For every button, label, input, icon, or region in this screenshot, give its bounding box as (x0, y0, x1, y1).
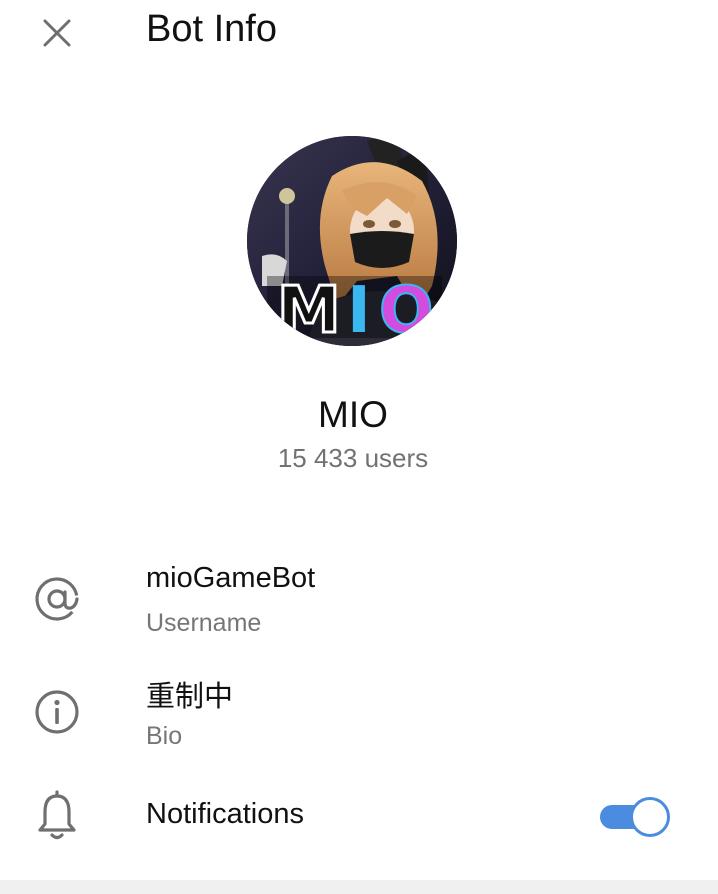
bio-value: 重制中 (146, 679, 234, 713)
username-row[interactable]: mioGameBot Username (0, 558, 718, 648)
page-title: Bot Info (146, 8, 277, 50)
username-label: Username (146, 609, 262, 637)
at-icon (28, 570, 86, 628)
bot-name: MIO (318, 394, 388, 435)
close-button[interactable] (30, 6, 84, 60)
notifications-toggle[interactable] (600, 797, 670, 837)
bio-label: Bio (146, 722, 183, 750)
bell-icon (28, 787, 86, 845)
notifications-label: Notifications (146, 798, 304, 830)
svg-text:O: O (379, 274, 433, 346)
close-icon (43, 19, 71, 47)
header-bar: Bot Info (0, 0, 718, 70)
avatar-image: M I O (247, 136, 457, 346)
svg-text:M: M (277, 274, 341, 346)
bio-row[interactable]: 重制中 Bio (0, 670, 718, 760)
svg-text:I: I (347, 274, 371, 346)
avatar[interactable]: M I O (247, 136, 457, 346)
user-count: 15 433 users (277, 443, 429, 473)
section-divider (0, 880, 718, 894)
username-value: mioGameBot (146, 562, 316, 594)
toggle-knob (630, 797, 670, 837)
info-icon (28, 683, 86, 741)
